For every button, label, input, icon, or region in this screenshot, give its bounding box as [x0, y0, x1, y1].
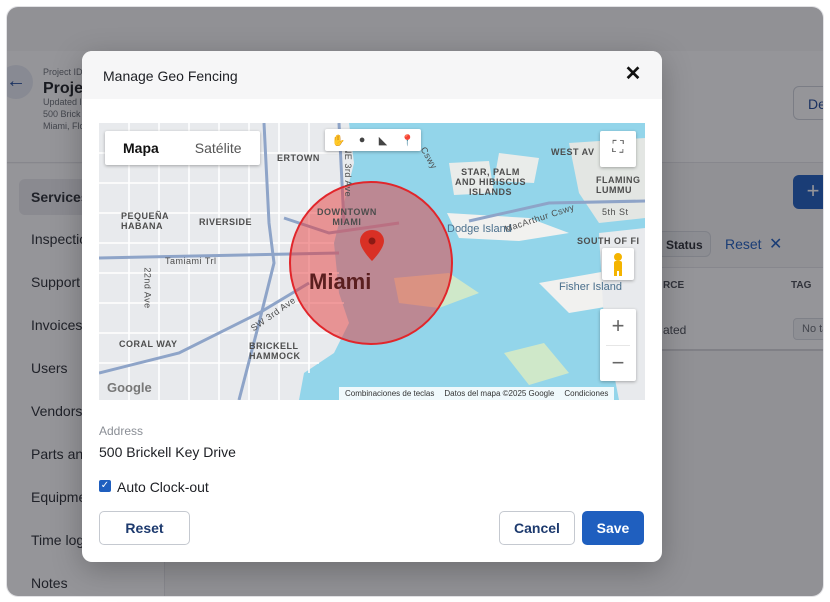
geofence-map[interactable]: ERTOWN DOWNTOWN MIAMI PEQUEÑA HABANA RIV… — [99, 123, 645, 400]
map-label-dodge-island: Dodge Island — [447, 223, 512, 235]
circle-tool-icon[interactable]: ● — [359, 134, 366, 146]
save-button[interactable]: Save — [582, 511, 644, 545]
auto-clock-out-label[interactable]: Auto Clock-out — [117, 479, 209, 495]
map-label-brickell-hammock: BRICKELL HAMMOCK — [249, 341, 301, 361]
cancel-button[interactable]: Cancel — [499, 511, 575, 545]
map-label-fisher-island: Fisher Island — [559, 281, 622, 293]
map-label-5th-st: 5th St — [602, 207, 629, 217]
map-label-downtown: DOWNTOWN MIAMI — [317, 207, 377, 227]
reset-button[interactable]: Reset — [99, 511, 190, 545]
terms-link[interactable]: Condiciones — [564, 389, 608, 400]
map-type-mapa-button[interactable]: Mapa — [105, 131, 177, 165]
close-icon[interactable]: ✕ — [622, 63, 644, 85]
map-city-label: Miami — [309, 269, 372, 294]
map-type-control: Mapa Satélite — [105, 131, 260, 165]
street-view-icon[interactable] — [602, 248, 634, 280]
marker-tool-icon[interactable]: 📍 — [401, 134, 415, 147]
modal-title: Manage Geo Fencing — [103, 68, 238, 84]
zoom-control: + − — [600, 309, 636, 381]
map-type-satellite-button[interactable]: Satélite — [177, 131, 260, 165]
address-value: 500 Brickell Key Drive — [99, 444, 236, 460]
map-label-overtown: ERTOWN — [277, 153, 320, 163]
auto-clock-out-checkbox[interactable]: ✓ — [99, 480, 111, 492]
fullscreen-icon[interactable]: ⛶ — [600, 131, 636, 167]
address-label: Address — [99, 424, 144, 438]
keyboard-shortcuts-link[interactable]: Combinaciones de teclas — [345, 389, 434, 400]
map-label-ne-3rd-ave: NE 3rd Ave — [343, 146, 354, 198]
geo-fencing-modal: Manage Geo Fencing ✕ ERTOWN DOWNTOWN MIA… — [82, 51, 662, 562]
polygon-tool-icon[interactable]: ◣ — [379, 134, 387, 147]
drawing-toolbar: ✋ ● ◣ 📍 — [325, 129, 421, 151]
zoom-in-icon[interactable]: + — [600, 309, 636, 345]
map-label-coral-way: CORAL WAY — [119, 339, 178, 349]
zoom-out-icon[interactable]: − — [600, 346, 636, 382]
map-label-star-palm-islands: STAR, PALM AND HIBISCUS ISLANDS — [455, 167, 527, 197]
map-label-south-of-fifth: SOUTH OF FI — [577, 236, 640, 246]
map-attribution: Combinaciones de teclas Datos del mapa ©… — [339, 387, 615, 400]
google-logo: Google — [107, 380, 152, 395]
map-data-text: Datos del mapa ©2025 Google — [444, 389, 555, 398]
map-label-flamingo: FLAMING LUMMU — [596, 175, 641, 195]
map-label-riverside: RIVERSIDE — [199, 217, 253, 227]
map-label-pequena-habana: PEQUEÑA HABANA — [121, 211, 170, 231]
hand-icon[interactable]: ✋ — [332, 134, 346, 147]
map-label-22nd-ave: 22nd Ave — [142, 267, 153, 309]
map-label-west-av: WEST AV — [551, 147, 595, 157]
map-label-tamiami: Tamiami Trl — [165, 256, 217, 266]
